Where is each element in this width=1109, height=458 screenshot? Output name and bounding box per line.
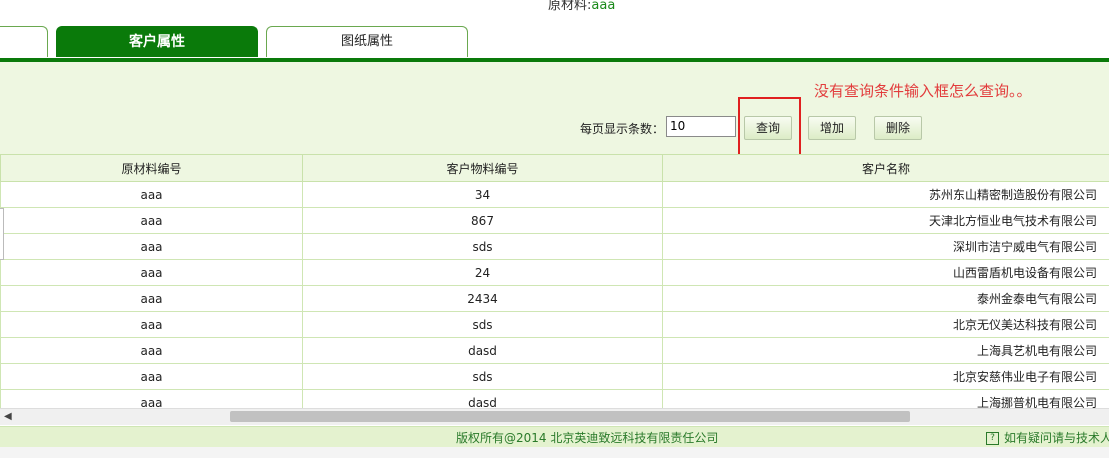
- footer: 版权所有@2014 北京英迪致远科技有限责任公司 ? 如有疑问请与技术人: [0, 426, 1109, 448]
- highlight-box: [738, 97, 801, 160]
- status-strip: [0, 447, 1109, 458]
- cell-customer-name: 上海具艺机电有限公司: [662, 337, 1109, 364]
- annotation-note: 没有查询条件输入框怎么查询。。: [814, 82, 1032, 100]
- query-panel: [0, 62, 1109, 154]
- cell-customer-part-no: sds: [302, 363, 663, 390]
- delete-button[interactable]: 删除: [874, 116, 922, 140]
- cell-customer-name: 苏州东山精密制造股份有限公司: [662, 181, 1109, 208]
- per-page-label: 每页显示条数：: [580, 122, 665, 136]
- column-header-customer-part-no[interactable]: 客户物料编号: [302, 154, 663, 182]
- cell-customer-name: 北京无仪美达科技有限公司: [662, 311, 1109, 338]
- table-row[interactable]: aaa 24 山西雷盾机电设备有限公司: [0, 259, 1109, 286]
- cell-customer-part-no: 34: [302, 181, 663, 208]
- cell-customer-part-no: sds: [302, 233, 663, 260]
- cell-customer-name: 泰州金泰电气有限公司: [662, 285, 1109, 312]
- cell-customer-name: 深圳市洁宁威电气有限公司: [662, 233, 1109, 260]
- material-label: 原材料:: [548, 0, 592, 13]
- tab-customer-attributes[interactable]: 客户属性: [56, 26, 258, 57]
- cell-customer-part-no: 2434: [302, 285, 663, 312]
- cell-customer-name: 天津北方恒业电气技术有限公司: [662, 207, 1109, 234]
- tab-drawing-attributes[interactable]: 图纸属性: [266, 26, 468, 57]
- cell-material-no: aaa: [0, 311, 303, 338]
- scrollbar-thumb[interactable]: [230, 411, 910, 422]
- tab-bar: 客户属性 图纸属性: [0, 26, 1109, 58]
- cell-material-no: aaa: [0, 363, 303, 390]
- column-header-customer-name[interactable]: 客户名称: [662, 154, 1109, 182]
- column-header-material-no[interactable]: 原材料编号: [0, 154, 303, 182]
- help-link[interactable]: ? 如有疑问请与技术人: [986, 429, 1109, 446]
- side-collapse-handle[interactable]: [0, 208, 4, 260]
- table-row[interactable]: aaa 34 苏州东山精密制造股份有限公司: [0, 181, 1109, 208]
- cell-customer-name: 北京安慈伟业电子有限公司: [662, 363, 1109, 390]
- cell-material-no: aaa: [0, 181, 303, 208]
- table-row[interactable]: aaa 867 天津北方恒业电气技术有限公司: [0, 207, 1109, 234]
- table-row[interactable]: aaa 2434 泰州金泰电气有限公司: [0, 285, 1109, 312]
- table-row[interactable]: aaa sds 深圳市洁宁威电气有限公司: [0, 233, 1109, 260]
- table-row[interactable]: aaa dasd 上海具艺机电有限公司: [0, 337, 1109, 364]
- table-row[interactable]: aaa sds 北京无仪美达科技有限公司: [0, 311, 1109, 338]
- cell-customer-name: 山西雷盾机电设备有限公司: [662, 259, 1109, 286]
- cell-customer-part-no: 867: [302, 207, 663, 234]
- tab-previous[interactable]: [0, 26, 48, 57]
- cell-customer-part-no: 24: [302, 259, 663, 286]
- cell-material-no: aaa: [0, 233, 303, 260]
- copyright-text: 版权所有@2014 北京英迪致远科技有限责任公司: [456, 431, 719, 445]
- cell-material-no: aaa: [0, 207, 303, 234]
- help-icon: ?: [986, 432, 999, 445]
- horizontal-scrollbar[interactable]: ◀: [0, 408, 1109, 425]
- cell-material-no: aaa: [0, 259, 303, 286]
- table-row[interactable]: aaa sds 北京安慈伟业电子有限公司: [0, 363, 1109, 390]
- material-value: aaa: [591, 0, 616, 13]
- add-button[interactable]: 增加: [808, 116, 856, 140]
- data-table: 原材料编号 客户物料编号 客户名称 aaa 34 苏州东山精密制造股份有限公司 …: [0, 154, 1109, 416]
- cell-customer-part-no: dasd: [302, 337, 663, 364]
- table-header-row: 原材料编号 客户物料编号 客户名称: [0, 154, 1109, 182]
- help-text: 如有疑问请与技术人: [1004, 431, 1109, 445]
- page-title: 原材料:aaa: [548, 0, 615, 13]
- cell-material-no: aaa: [0, 337, 303, 364]
- scroll-left-icon[interactable]: ◀: [4, 411, 12, 422]
- cell-material-no: aaa: [0, 285, 303, 312]
- per-page-input[interactable]: [666, 116, 736, 137]
- cell-customer-part-no: sds: [302, 311, 663, 338]
